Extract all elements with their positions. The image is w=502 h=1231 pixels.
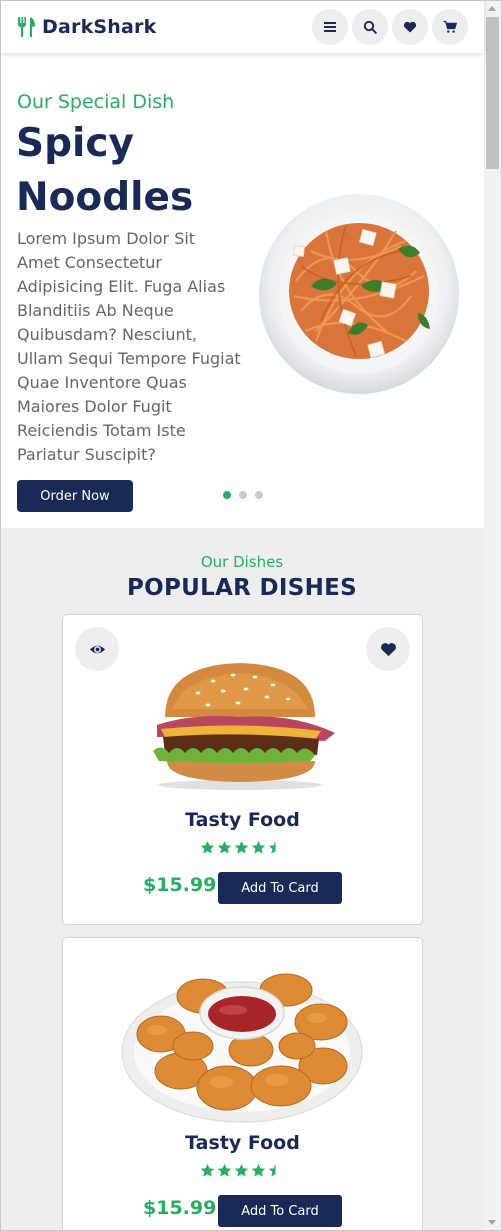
star-icon	[251, 840, 266, 854]
logo[interactable]: DarkShark	[16, 16, 156, 38]
dish-card: Tasty Food $15.99 Add To Card	[62, 614, 423, 925]
wishlist-button[interactable]	[392, 9, 428, 45]
star-half-icon	[268, 840, 276, 854]
menu-icon	[324, 22, 336, 32]
heart-icon	[403, 21, 417, 33]
star-icon	[217, 1163, 232, 1177]
cart-icon	[443, 20, 457, 33]
rating-stars	[200, 840, 283, 855]
hero-subtitle: Our Special Dish	[17, 91, 175, 113]
slider-pagination	[223, 491, 263, 499]
section-subtitle: Our Dishes	[200, 553, 284, 571]
page-scrollbar[interactable]	[484, 1, 501, 1230]
scroll-up-arrow[interactable]	[488, 6, 496, 11]
dish-price: $15.99	[143, 874, 217, 896]
favorite-button[interactable]	[366, 627, 410, 671]
burger-image	[153, 663, 335, 790]
star-icon	[200, 840, 215, 854]
hero-slide: Our Special Dish Spicy Noodles Lorem Ips…	[1, 53, 484, 528]
star-icon	[200, 1163, 215, 1177]
add-to-cart-button[interactable]: Add To Card	[218, 1195, 342, 1227]
eye-icon	[89, 645, 105, 653]
utensils-icon	[18, 17, 35, 37]
scroll-thumb[interactable]	[486, 17, 499, 169]
star-icon	[251, 1163, 266, 1177]
slider-dot-3[interactable]	[255, 491, 263, 499]
order-now-button[interactable]: Order Now	[17, 480, 133, 512]
hero-title: Spicy Noodles	[16, 121, 194, 220]
menu-button[interactable]	[312, 9, 348, 45]
spicy-noodles-image	[259, 194, 459, 394]
rating-stars	[200, 1163, 283, 1178]
logo-text: DarkShark	[42, 16, 157, 38]
slider-dot-2[interactable]	[239, 491, 247, 499]
quick-view-button[interactable]	[75, 627, 119, 671]
star-half-icon	[268, 1163, 276, 1177]
section-title: POPULAR DISHES	[126, 575, 358, 601]
dish-name: Tasty Food	[185, 809, 300, 831]
star-icon	[234, 840, 249, 854]
dish-name: Tasty Food	[185, 1132, 300, 1154]
add-to-cart-button[interactable]: Add To Card	[218, 872, 342, 904]
star-icon	[217, 840, 232, 854]
cart-button[interactable]	[432, 9, 468, 45]
hero-description: Lorem Ipsum Dolor Sit Amet Consectetur A…	[17, 229, 241, 464]
dish-price: $15.99	[143, 1197, 217, 1219]
chicken-nuggets-image	[121, 973, 363, 1123]
star-icon	[234, 1163, 249, 1177]
slider-dot-1[interactable]	[223, 491, 231, 499]
top-navbar: DarkShark	[1, 1, 484, 53]
scroll-down-arrow[interactable]	[488, 1220, 496, 1225]
search-button[interactable]	[352, 9, 388, 45]
dish-card: Tasty Food $15.99 Add To Card	[62, 937, 423, 1231]
heart-icon	[380, 642, 396, 656]
search-icon	[363, 20, 377, 34]
